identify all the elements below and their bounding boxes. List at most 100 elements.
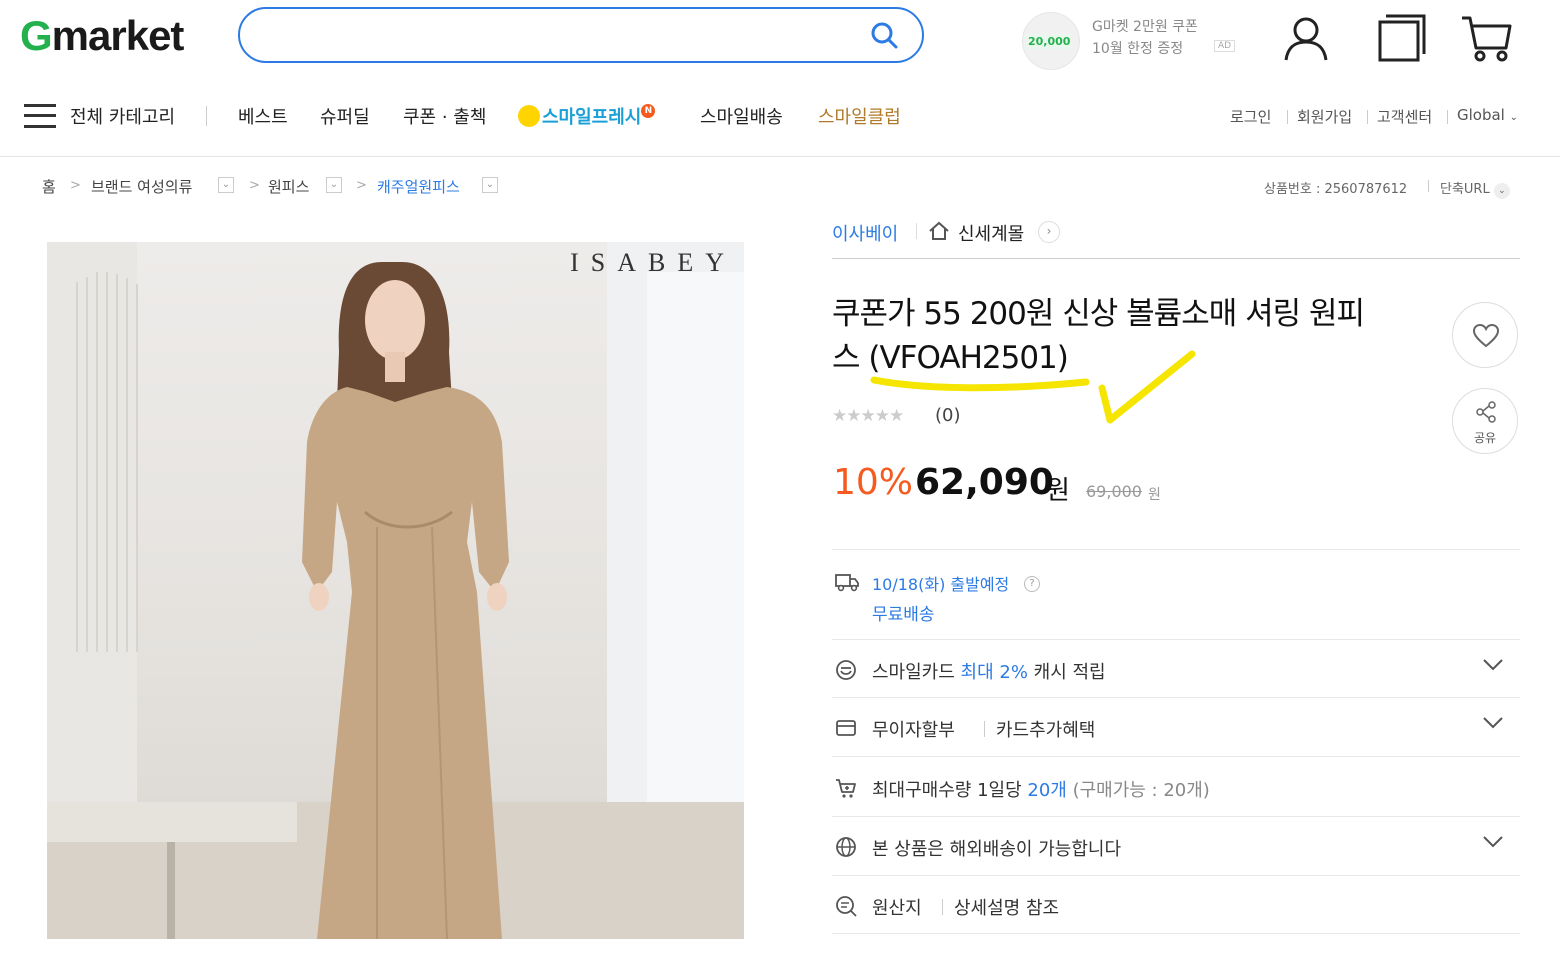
star-icon: ★: [832, 406, 847, 426]
coupon-ad-banner[interactable]: 20,000 G마켓 2만원 쿠폰 10월 한정 증정 AD: [1022, 8, 1242, 70]
heart-icon: [1472, 324, 1500, 348]
section-divider: [832, 875, 1520, 876]
share-label: 공유: [1473, 431, 1497, 445]
brand-watermark: ISABEY: [570, 248, 736, 277]
nav-item-smile-delivery[interactable]: 스마일배송: [700, 103, 783, 129]
hamburger-menu-icon[interactable]: [24, 104, 56, 128]
chevron-right-icon[interactable]: ›: [1038, 221, 1060, 243]
star-icon: ★: [889, 406, 904, 426]
short-url-button[interactable]: 단축URL ⌄: [1440, 178, 1510, 199]
limit-count: 20개: [1027, 780, 1067, 801]
breadcrumb-home[interactable]: 홈: [42, 176, 56, 197]
smile-face-icon: [518, 105, 540, 127]
breadcrumb-onepiece[interactable]: 원피스: [268, 176, 309, 197]
ad-line-2: 10월 한정 증정: [1092, 41, 1184, 57]
row-divider: [942, 899, 943, 915]
smile-card-row[interactable]: 스마일카드 최대 2% 캐시 적립: [832, 650, 1520, 690]
cart-plus-icon: [836, 779, 856, 798]
discount-rate: 10%: [833, 462, 914, 503]
global-dropdown[interactable]: Global ⌄: [1457, 106, 1518, 124]
seller-divider: [916, 223, 917, 239]
product-number: 상품번호 : 2560787612: [1264, 182, 1408, 197]
breadcrumb-casual-onepiece[interactable]: 캐주얼원피스: [377, 176, 460, 197]
chevron-down-icon: ⌄: [1509, 112, 1519, 123]
util-divider: [1367, 110, 1368, 124]
all-category-button[interactable]: 전체 카테고리: [70, 103, 175, 129]
card-icon: [836, 720, 856, 736]
free-shipping: 무료배송: [872, 605, 935, 625]
chevron-down-icon[interactable]: [1482, 835, 1504, 849]
nav-item-superdeal[interactable]: 슈퍼딜: [320, 103, 370, 129]
share-icon: [1476, 401, 1496, 423]
truck-icon: [835, 574, 859, 592]
seller-underline: [832, 258, 1520, 259]
util-divider: [1287, 110, 1288, 124]
yellow-checkmark-annotation: [870, 350, 1196, 424]
login-link[interactable]: 로그인: [1230, 106, 1271, 127]
gmarket-logo[interactable]: Gmarket: [20, 12, 184, 60]
installment-row[interactable]: 무이자할부 카드추가혜택: [832, 708, 1520, 748]
star-icon: ★: [874, 406, 890, 426]
search-icon[interactable]: [870, 21, 898, 49]
nav-item-smile-fresh[interactable]: 스마일프레시 N: [518, 103, 656, 129]
recent-items-icon[interactable]: [1376, 12, 1428, 64]
smile-card-icon: [836, 660, 856, 680]
chevron-down-icon: ⌄: [1493, 183, 1510, 199]
breadcrumb-chevron-icon: >: [356, 178, 367, 193]
overseas-text: 본 상품은 해외배송이 가능합니다: [872, 839, 1122, 860]
star-icon: ★: [846, 406, 861, 426]
product-title-line-1: 쿠폰가 55 200원 신상 볼륨소매 셔링 원피: [832, 296, 1365, 332]
share-button[interactable]: 공유: [1452, 388, 1518, 454]
nav-item-smile-club[interactable]: 스마일클럽: [818, 103, 901, 129]
search-doc-icon: [836, 896, 857, 917]
seller-link[interactable]: 이사베이: [832, 220, 898, 246]
shipping-date: 10/18(화) 출발예정: [872, 575, 1010, 594]
help-icon[interactable]: ?: [1024, 576, 1040, 592]
purchase-limit-row: 최대구매수량 1일당 20개 (구매가능 : 20개): [832, 768, 1520, 808]
util-divider: [1428, 180, 1429, 192]
chevron-down-icon[interactable]: [1482, 658, 1504, 672]
row-divider: [984, 721, 985, 737]
user-icon[interactable]: [1280, 12, 1332, 64]
search-input[interactable]: [264, 9, 868, 63]
star-icon: ★: [860, 406, 876, 426]
dress-photo-illustration: [47, 242, 744, 939]
section-divider: [832, 639, 1520, 640]
wishlist-button[interactable]: [1452, 302, 1518, 368]
breadcrumb-chevron-icon: >: [70, 178, 81, 193]
star-rating: ★★★★★: [832, 406, 904, 426]
store-link[interactable]: 신세계몰: [958, 220, 1024, 246]
breadcrumb-dropdown[interactable]: ⌄: [482, 177, 498, 193]
review-count[interactable]: (0): [935, 405, 961, 426]
section-divider: [832, 697, 1520, 698]
card-benefit-label: 카드추가혜택: [996, 720, 1096, 741]
globe-icon: [836, 837, 856, 857]
origin-row: 원산지 상세설명 참조: [832, 886, 1520, 926]
overseas-shipping-row[interactable]: 본 상품은 해외배송이 가능합니다: [832, 827, 1520, 867]
section-divider: [832, 756, 1520, 757]
breadcrumb-dropdown[interactable]: ⌄: [326, 177, 342, 193]
cart-icon[interactable]: [1460, 12, 1512, 64]
section-divider: [832, 933, 1520, 934]
product-image[interactable]: ISABEY: [47, 242, 744, 939]
util-divider: [1447, 110, 1448, 124]
nav-item-coupon[interactable]: 쿠폰 · 출첵: [403, 103, 486, 129]
header-divider: [0, 156, 1560, 157]
ad-badge: AD: [1214, 40, 1236, 52]
breadcrumb-brand-women[interactable]: 브랜드 여성의류: [91, 176, 192, 197]
sale-price: 62,090: [915, 462, 1054, 503]
installment-label: 무이자할부: [872, 720, 955, 741]
section-divider: [832, 549, 1520, 550]
ad-line-1: G마켓 2만원 쿠폰: [1092, 19, 1198, 35]
section-divider: [832, 816, 1520, 817]
smile-card-rate: 최대 2%: [960, 662, 1028, 683]
chevron-down-icon[interactable]: [1482, 716, 1504, 730]
origin-value: 상세설명 참조: [954, 898, 1060, 919]
signup-link[interactable]: 회원가입: [1297, 106, 1352, 127]
breadcrumb-dropdown[interactable]: ⌄: [218, 177, 234, 193]
customer-center-link[interactable]: 고객센터: [1377, 106, 1432, 127]
nav-item-best[interactable]: 베스트: [238, 103, 288, 129]
original-price: 69,000: [1086, 482, 1142, 501]
search-box[interactable]: [238, 7, 924, 63]
main-nav: 전체 카테고리 베스트 슈퍼딜 쿠폰 · 출첵 스마일프레시 N 스마일배송 스마…: [0, 88, 1560, 142]
